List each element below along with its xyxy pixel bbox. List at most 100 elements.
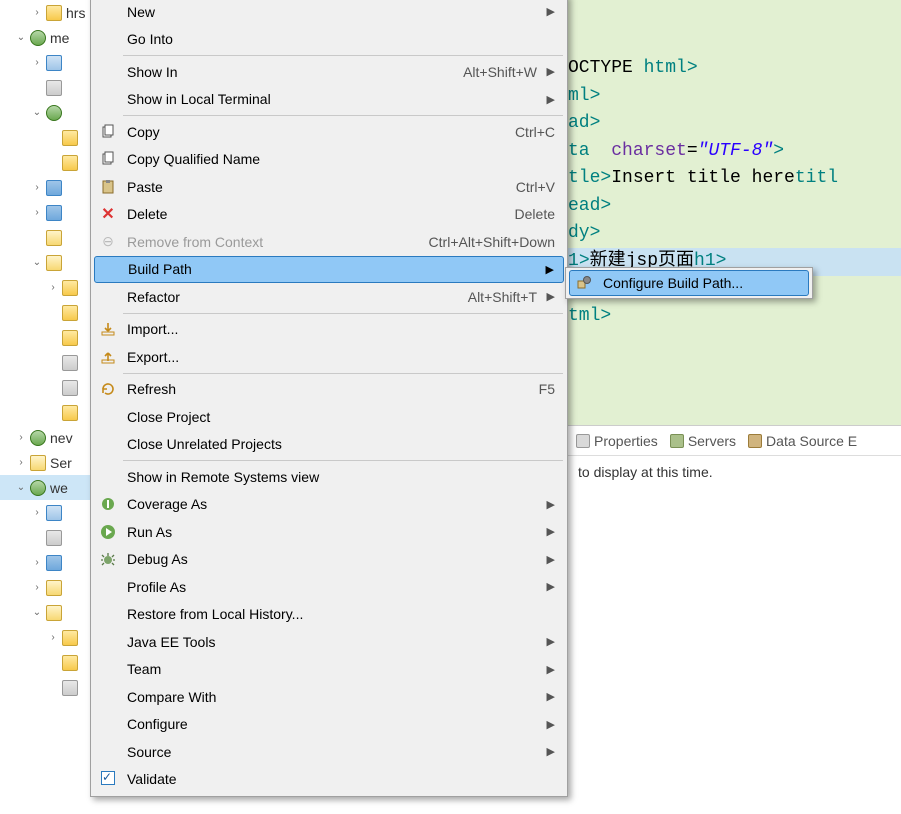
tree-item[interactable] <box>0 300 93 325</box>
code-line: OCTYPE html> <box>568 55 893 83</box>
tree-item[interactable] <box>0 400 93 425</box>
submenu-arrow-icon: ▶ <box>545 690 555 703</box>
tree-item[interactable]: ⌄me <box>0 25 93 50</box>
expand-toggle-icon[interactable]: › <box>30 556 44 570</box>
menu-item-show-in-remote-systems-view[interactable]: Show in Remote Systems view <box>93 463 565 491</box>
menu-item-copy[interactable]: CopyCtrl+C <box>93 118 565 146</box>
blank-icon <box>97 3 119 21</box>
folder-open-icon <box>30 455 46 471</box>
tree-item[interactable] <box>0 325 93 350</box>
tree-item[interactable] <box>0 650 93 675</box>
expand-toggle-icon[interactable]: › <box>30 581 44 595</box>
tree-item[interactable] <box>0 375 93 400</box>
expand-toggle-icon[interactable]: › <box>46 281 60 295</box>
srv-icon <box>670 434 684 448</box>
menu-shortcut: Ctrl+V <box>516 179 555 195</box>
menu-item-validate[interactable]: Validate <box>93 766 565 794</box>
menu-item-label: Copy Qualified Name <box>127 151 555 167</box>
project-explorer-tree[interactable]: ›hrs⌄me›⌄››⌄››nev›Ser⌄we›››⌄› <box>0 0 93 814</box>
bottom-tab-srv[interactable]: Servers <box>670 433 736 449</box>
menu-item-label: Export... <box>127 349 555 365</box>
bottom-tab-ds[interactable]: Data Source E <box>748 433 857 449</box>
menu-item-label: Source <box>127 744 537 760</box>
menu-item-import[interactable]: Import... <box>93 316 565 344</box>
tree-item[interactable]: › <box>0 275 93 300</box>
tree-item[interactable]: › <box>0 200 93 225</box>
menu-item-configure[interactable]: Configure▶ <box>93 711 565 739</box>
tree-item[interactable]: ›Ser <box>0 450 93 475</box>
menu-item-close-unrelated-projects[interactable]: Close Unrelated Projects <box>93 431 565 459</box>
build-path-submenu[interactable]: Configure Build Path... <box>565 267 813 299</box>
menu-item-profile-as[interactable]: Profile As▶ <box>93 573 565 601</box>
folder-icon <box>62 330 78 346</box>
menu-item-team[interactable]: Team▶ <box>93 656 565 684</box>
tree-item[interactable] <box>0 225 93 250</box>
menu-item-debug-as[interactable]: Debug As▶ <box>93 546 565 574</box>
tree-item[interactable]: ⌄ we <box>0 475 93 500</box>
menu-item-source[interactable]: Source▶ <box>93 738 565 766</box>
menu-item-run-as[interactable]: Run As▶ <box>93 518 565 546</box>
expand-toggle-icon[interactable]: › <box>30 206 44 220</box>
expand-toggle-icon[interactable]: › <box>14 431 28 445</box>
menu-item-copy-qualified-name[interactable]: Copy Qualified Name <box>93 146 565 174</box>
expand-toggle-icon[interactable]: › <box>14 456 28 470</box>
tree-item[interactable]: › <box>0 625 93 650</box>
tree-item[interactable] <box>0 75 93 100</box>
expand-toggle-icon[interactable]: ⌄ <box>14 31 28 45</box>
desc-icon <box>62 355 78 371</box>
tree-item[interactable] <box>0 125 93 150</box>
tree-item-label: we <box>50 480 68 496</box>
bottom-tab-prop[interactable]: Properties <box>576 433 658 449</box>
context-menu[interactable]: New▶Go IntoShow InAlt+Shift+W▶Show in Lo… <box>90 0 568 797</box>
desc-icon <box>62 380 78 396</box>
tree-item[interactable]: › <box>0 550 93 575</box>
tree-item[interactable] <box>0 525 93 550</box>
expand-toggle-icon[interactable]: ⌄ <box>30 106 44 120</box>
tree-item[interactable]: › <box>0 175 93 200</box>
tree-item[interactable]: › <box>0 50 93 75</box>
menu-item-java-ee-tools[interactable]: Java EE Tools▶ <box>93 628 565 656</box>
expand-toggle-icon[interactable]: › <box>30 181 44 195</box>
menu-item-close-project[interactable]: Close Project <box>93 403 565 431</box>
folder-open-icon <box>46 230 62 246</box>
expand-toggle-icon[interactable]: ⌄ <box>30 606 44 620</box>
expand-toggle-icon[interactable]: › <box>30 56 44 70</box>
menu-item-label: Show in Local Terminal <box>127 91 537 107</box>
expand-toggle-icon[interactable]: › <box>30 506 44 520</box>
tree-item[interactable]: ›nev <box>0 425 93 450</box>
ds-icon <box>748 434 762 448</box>
blank-icon <box>97 435 119 453</box>
menu-item-build-path[interactable]: Build Path▶ <box>94 256 564 284</box>
tree-item[interactable]: ⌄ <box>0 250 93 275</box>
expand-toggle-icon[interactable]: ⌄ <box>14 481 28 495</box>
tree-item[interactable] <box>0 675 93 700</box>
tree-item[interactable]: › <box>0 575 93 600</box>
menu-item-refresh[interactable]: RefreshF5 <box>93 376 565 404</box>
menu-item-go-into[interactable]: Go Into <box>93 26 565 54</box>
expand-toggle-icon[interactable]: › <box>30 6 44 20</box>
tree-item[interactable]: ›hrs <box>0 0 93 25</box>
menu-item-label: Copy <box>127 124 505 140</box>
run-icon <box>97 523 119 541</box>
tree-item[interactable]: ⌄ <box>0 100 93 125</box>
expand-toggle-icon[interactable]: ⌄ <box>30 256 44 270</box>
menu-item-export[interactable]: Export... <box>93 343 565 371</box>
menu-item-label: Build Path <box>128 261 536 277</box>
menu-item-delete[interactable]: ✕DeleteDelete <box>93 201 565 229</box>
menu-item-restore-from-local-history[interactable]: Restore from Local History... <box>93 601 565 629</box>
menu-item-show-in[interactable]: Show InAlt+Shift+W▶ <box>93 58 565 86</box>
menu-item-configure-build-path[interactable]: Configure Build Path... <box>569 270 809 296</box>
menu-item-new[interactable]: New▶ <box>93 0 565 26</box>
menu-item-refactor[interactable]: RefactorAlt+Shift+T▶ <box>93 283 565 311</box>
menu-item-compare-with[interactable]: Compare With▶ <box>93 683 565 711</box>
tree-item[interactable]: › <box>0 500 93 525</box>
expand-toggle-icon[interactable]: › <box>46 631 60 645</box>
bottom-message: to display at this time. <box>568 456 901 488</box>
tree-item[interactable] <box>0 350 93 375</box>
folder-open-icon <box>46 255 62 271</box>
tree-item[interactable] <box>0 150 93 175</box>
menu-item-paste[interactable]: PasteCtrl+V <box>93 173 565 201</box>
menu-item-coverage-as[interactable]: Coverage As▶ <box>93 491 565 519</box>
menu-item-show-in-local-terminal[interactable]: Show in Local Terminal▶ <box>93 86 565 114</box>
tree-item[interactable]: ⌄ <box>0 600 93 625</box>
